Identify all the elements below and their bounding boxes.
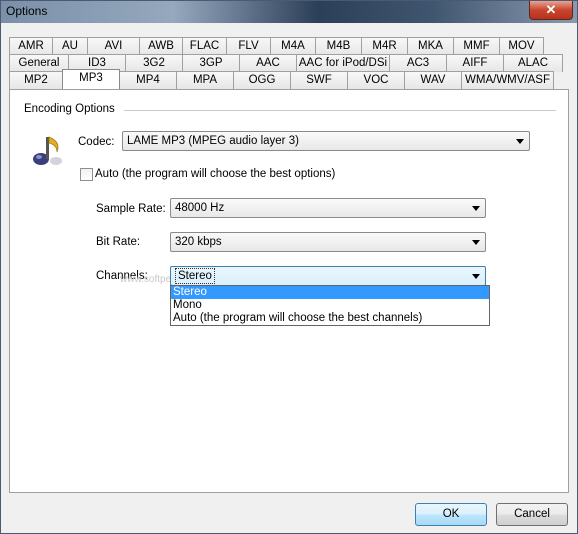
tab-m4b[interactable]: M4B (315, 37, 362, 55)
tab-swf[interactable]: SWF (290, 71, 348, 89)
tab-flac[interactable]: FLAC (182, 37, 227, 55)
bit-rate-value: 320 kbps (175, 236, 222, 248)
encoding-options-title: Encoding Options (24, 103, 115, 115)
channels-option-mono[interactable]: Mono (171, 299, 489, 312)
tab-avi[interactable]: AVI (87, 37, 140, 55)
channels-option-auto[interactable]: Auto (the program will choose the best c… (171, 312, 489, 325)
tab-mp3[interactable]: MP3 (62, 69, 120, 89)
tab-mp4[interactable]: MP4 (119, 71, 177, 89)
bit-rate-label: Bit Rate: (96, 236, 141, 248)
cancel-button[interactable]: Cancel (496, 503, 568, 526)
tab-mpa[interactable]: MPA (176, 71, 234, 89)
sample-rate-value: 48000 Hz (175, 202, 225, 214)
window-title: Options (6, 4, 48, 18)
tab-row-1: AMR AU AVI AWB FLAC FLV M4A M4B M4R MKA … (9, 37, 544, 55)
options-window: Options ✕ AMR AU AVI AWB FLAC FLV M4A M4… (0, 0, 578, 534)
tab-general[interactable]: General (9, 54, 69, 72)
codec-select[interactable]: LAME MP3 (MPEG audio layer 3) (122, 131, 530, 151)
auto-checkbox[interactable] (80, 168, 93, 181)
auto-checkbox-label[interactable]: Auto (the program will choose the best o… (95, 168, 335, 180)
tab-wav[interactable]: WAV (404, 71, 462, 89)
tab-aac[interactable]: AAC (239, 54, 297, 72)
sample-rate-label: Sample Rate: (96, 203, 166, 215)
tab-awb[interactable]: AWB (139, 37, 183, 55)
channels-option-stereo[interactable]: Stereo (171, 286, 489, 299)
channels-value: Stereo (175, 268, 215, 284)
tab-3gp[interactable]: 3GP (182, 54, 240, 72)
tab-m4a[interactable]: M4A (270, 37, 316, 55)
bit-rate-select[interactable]: 320 kbps (170, 232, 486, 252)
tab-mp2[interactable]: MP2 (9, 71, 63, 89)
close-button[interactable]: ✕ (529, 1, 573, 20)
chevron-down-icon (472, 206, 480, 211)
sample-rate-select[interactable]: 48000 Hz (170, 198, 486, 218)
tab-mov[interactable]: MOV (499, 37, 544, 55)
channels-dropdown-list: Stereo Mono Auto (the program will choos… (170, 285, 490, 326)
tab-voc[interactable]: VOC (347, 71, 405, 89)
tab-row-3: MP2 MP3 MP4 MPA OGG SWF VOC WAV WMA/WMV/… (9, 69, 554, 89)
tab-ac3[interactable]: AC3 (389, 54, 447, 72)
tab-ogg[interactable]: OGG (233, 71, 291, 89)
ok-button[interactable]: OK (415, 503, 487, 526)
tab-3g2[interactable]: 3G2 (125, 54, 183, 72)
tab-wma-wmv-asf[interactable]: WMA/WMV/ASF (461, 71, 554, 89)
tab-au[interactable]: AU (52, 37, 88, 55)
codec-value: LAME MP3 (MPEG audio layer 3) (127, 135, 299, 147)
tab-aiff[interactable]: AIFF (446, 54, 504, 72)
tab-mka[interactable]: MKA (407, 37, 454, 55)
tab-mmf[interactable]: MMF (453, 37, 500, 55)
chevron-down-icon (516, 139, 524, 144)
music-note-icon (33, 136, 62, 165)
title-bar[interactable]: Options ✕ (1, 1, 577, 23)
tab-alac[interactable]: ALAC (503, 54, 563, 72)
tab-flv[interactable]: FLV (226, 37, 271, 55)
channels-select[interactable]: Stereo (170, 266, 486, 286)
chevron-down-icon (472, 274, 480, 279)
group-divider (124, 110, 556, 111)
tab-amr[interactable]: AMR (9, 37, 53, 55)
tab-aac-ipod[interactable]: AAC for iPod/DSi (296, 54, 390, 72)
chevron-down-icon (472, 240, 480, 245)
mp3-tab-panel: Encoding Options Codec: LAME MP3 (MPEG a… (9, 89, 569, 493)
codec-label: Codec: (78, 136, 115, 148)
tab-m4r[interactable]: M4R (361, 37, 408, 55)
